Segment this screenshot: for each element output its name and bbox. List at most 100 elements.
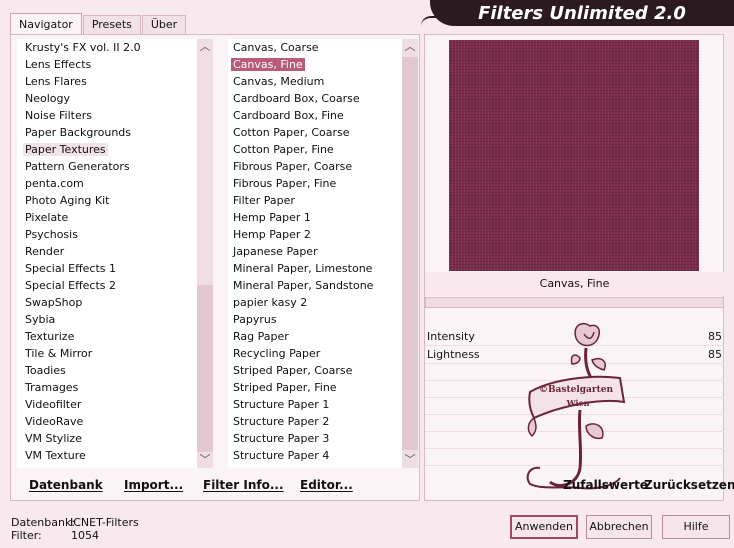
list-item[interactable]: Render [17,243,197,260]
list-item[interactable]: Cotton Paper, Coarse [228,124,402,141]
list-item-label: Psychosis [25,228,78,241]
list-item[interactable]: Canvas, Medium [228,73,402,90]
param-label: Lightness [427,348,480,361]
list-item[interactable]: Pixelate [17,209,197,226]
reset-button[interactable]: Zurücksetzen [644,472,734,498]
list-item-label: Lens Flares [25,75,87,88]
list-item[interactable]: Striped Paper, Fine [228,379,402,396]
list-item[interactable]: Psychosis [17,226,197,243]
preview-filter-name: Canvas, Fine [425,272,724,296]
list-item[interactable]: Texturize [17,328,197,345]
list-item-label: penta.com [25,177,84,190]
tab-bar: Navigator Presets Über [10,13,187,35]
list-item[interactable]: Hemp Paper 1 [228,209,402,226]
filter-info-button[interactable]: Filter Info... [203,472,284,498]
list-item-label: Noise Filters [25,109,92,122]
list-item-label: Lens Effects [25,58,92,71]
scroll-up-icon[interactable]: ︿ [402,39,418,55]
list-item-label: Videofilter [25,398,82,411]
list-item[interactable]: Photo Aging Kit [17,192,197,209]
list-item[interactable]: Rag Paper [228,328,402,345]
list-item[interactable]: Hemp Paper 2 [228,226,402,243]
list-item[interactable]: Toadies [17,362,197,379]
list-item[interactable]: penta.com [17,175,197,192]
list-item-label: Rag Paper [233,330,289,343]
list-item-label: Hemp Paper 2 [233,228,311,241]
param-value: 85 [708,348,722,361]
list-item[interactable]: Structure Paper 4 [228,447,402,464]
list-item-label: Paper Textures [23,143,108,156]
category-scrollbar[interactable]: ︿ ﹀ [197,39,213,468]
random-values-button[interactable]: Zufallswerte [563,472,648,498]
list-item[interactable]: Structure Paper 3 [228,430,402,447]
filter-scrollbar[interactable]: ︿ ﹀ [402,39,418,468]
import-button[interactable]: Import... [124,472,183,498]
list-item[interactable]: Recycling Paper [228,345,402,362]
list-item[interactable]: Structure Paper 1 [228,396,402,413]
help-button[interactable]: Hilfe [662,515,730,539]
list-item[interactable]: Noise Filters [17,107,197,124]
list-item[interactable]: Fibrous Paper, Coarse [228,158,402,175]
list-item-label: Paper Backgrounds [25,126,132,139]
list-item[interactable]: Fibrous Paper, Fine [228,175,402,192]
tab-presets[interactable]: Presets [82,15,141,35]
list-item[interactable]: Tile & Mirror [17,345,197,362]
list-item[interactable]: Structure Paper 2 [228,413,402,430]
list-item[interactable]: papier kasy 2 [228,294,402,311]
filter-list[interactable]: Canvas, Coarse Canvas, Fine Canvas, Medium… [228,39,402,468]
list-item[interactable]: Sybia [17,311,197,328]
list-item[interactable]: Cotton Paper, Fine [228,141,402,158]
scroll-down-icon[interactable]: ﹀ [402,452,418,468]
list-item[interactable]: Japanese Paper [228,243,402,260]
apply-button[interactable]: Anwenden [510,515,578,539]
list-item[interactable]: Cardboard Box, Fine [228,107,402,124]
list-item[interactable]: VideoRave [17,413,197,430]
list-item[interactable]: Videofilter [17,396,197,413]
list-item[interactable]: Special Effects 2 [17,277,197,294]
scroll-up-icon[interactable]: ︿ [197,39,213,55]
list-item[interactable]: Mineral Paper, Limestone [228,260,402,277]
list-item[interactable]: Paper Backgrounds [17,124,197,141]
list-item[interactable]: Lens Effects [17,56,197,73]
tab-about[interactable]: Über [141,15,187,35]
scroll-down-icon[interactable]: ﹀ [197,452,213,468]
list-item[interactable]: Cardboard Box, Coarse [228,90,402,107]
category-list[interactable]: Krusty's FX vol. II 2.0 Lens Effects Lens … [17,39,197,468]
list-item[interactable]: Special Effects 1 [17,260,197,277]
list-item-label: Fibrous Paper, Coarse [233,160,353,173]
scroll-thumb[interactable] [197,285,213,452]
list-item-label: Cotton Paper, Fine [233,143,334,156]
database-button[interactable]: Datenbank [29,472,103,498]
scroll-thumb[interactable] [402,57,418,450]
list-item[interactable]: SwapShop [17,294,197,311]
list-item[interactable]: Tramages [17,379,197,396]
list-item[interactable]: Papyrus [228,311,402,328]
editor-button[interactable]: Editor... [300,472,353,498]
list-item[interactable]: Filter Paper [228,192,402,209]
list-item-label: Canvas, Fine [231,58,305,71]
list-item-label: Mineral Paper, Sandstone [233,279,374,292]
list-item[interactable]: Paper Textures [17,141,197,158]
list-item[interactable]: Pattern Generators [17,158,197,175]
list-item[interactable]: Mineral Paper, Sandstone [228,277,402,294]
cancel-button[interactable]: Abbrechen [586,515,652,539]
list-item[interactable]: Krusty's FX vol. II 2.0 [17,39,197,56]
list-item-label: Neology [25,92,71,105]
list-item[interactable]: Neology [17,90,197,107]
list-item[interactable]: VM Stylize [17,430,197,447]
status-db-label: Datenbank: [11,516,76,529]
list-item[interactable]: Lens Flares [17,73,197,90]
watermark-flower-logo: ©Bastelgarten Wien [526,322,626,490]
list-item-label: Canvas, Medium [233,75,325,88]
list-item[interactable]: Canvas, Coarse [228,39,402,56]
list-item-label: Texturize [25,330,75,343]
list-item-label: Cardboard Box, Fine [233,109,344,122]
watermark-text: ©Bastelgarten [539,385,614,395]
list-item[interactable]: Canvas, Fine [228,56,402,73]
list-item-label: Fibrous Paper, Fine [233,177,337,190]
preview-image[interactable] [449,40,699,271]
list-item-label: VideoRave [25,415,84,428]
tab-navigator[interactable]: Navigator [10,13,82,35]
list-item[interactable]: VM Texture [17,447,197,464]
list-item[interactable]: Striped Paper, Coarse [228,362,402,379]
